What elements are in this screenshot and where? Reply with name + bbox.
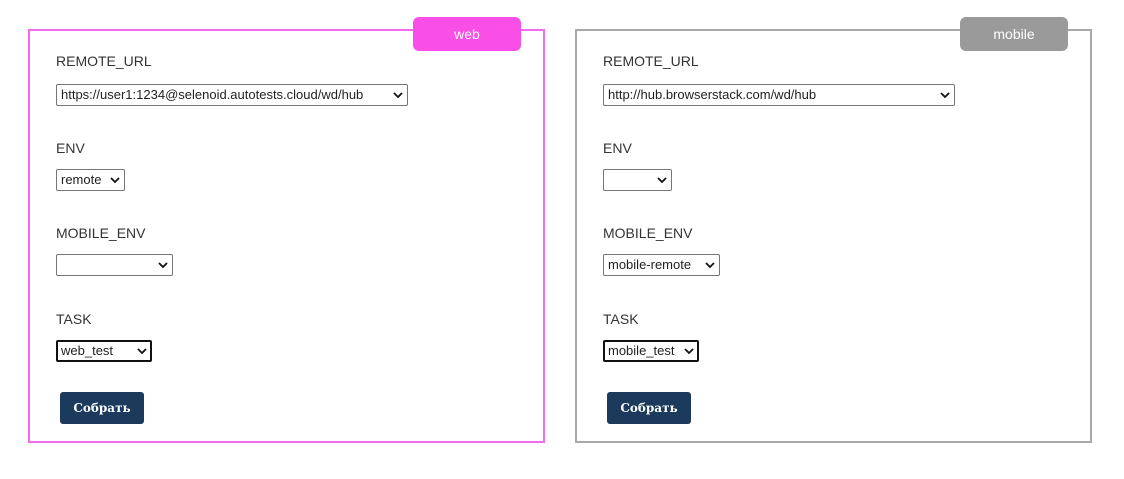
web-env-label: ENV	[56, 140, 85, 156]
chevron-down-icon	[393, 92, 403, 99]
chevron-down-icon	[705, 262, 715, 269]
chevron-down-icon	[657, 177, 667, 184]
mobile-remote-url-label: REMOTE_URL	[603, 53, 699, 69]
mobile-env-label: ENV	[603, 140, 632, 156]
web-task-label: TASK	[56, 311, 92, 327]
web-config-panel: web REMOTE_URL https://user1:1234@seleno…	[28, 17, 545, 443]
mobile-remote-url-select[interactable]: http://hub.browserstack.com/wd/hub	[603, 84, 955, 106]
mobile-submit-button[interactable]: Собрать	[607, 392, 691, 424]
web-panel-tag: web	[413, 17, 521, 51]
mobile-remote-url-value: http://hub.browserstack.com/wd/hub	[608, 87, 817, 102]
chevron-down-icon	[137, 348, 147, 355]
chevron-down-icon	[940, 92, 950, 99]
web-task-select[interactable]: web_test	[56, 340, 152, 362]
mobile-mobile-env-value: mobile-remote	[608, 257, 692, 272]
mobile-panel-tag: mobile	[960, 17, 1068, 51]
web-mobile-env-label: MOBILE_ENV	[56, 225, 146, 241]
web-remote-url-label: REMOTE_URL	[56, 53, 152, 69]
web-env-select[interactable]: remote	[56, 169, 125, 191]
mobile-mobile-env-label: MOBILE_ENV	[603, 225, 693, 241]
mobile-task-label: TASK	[603, 311, 639, 327]
mobile-task-select[interactable]: mobile_test	[603, 340, 699, 362]
chevron-down-icon	[110, 177, 120, 184]
web-remote-url-value: https://user1:1234@selenoid.autotests.cl…	[61, 87, 364, 102]
web-submit-button[interactable]: Собрать	[60, 392, 144, 424]
web-env-value: remote	[61, 172, 102, 187]
web-mobile-env-select[interactable]	[56, 254, 173, 276]
mobile-task-value: mobile_test	[608, 343, 675, 358]
chevron-down-icon	[158, 262, 168, 269]
mobile-mobile-env-select[interactable]: mobile-remote	[603, 254, 720, 276]
web-task-value: web_test	[61, 343, 114, 358]
mobile-config-panel: mobile REMOTE_URL http://hub.browserstac…	[575, 17, 1092, 443]
mobile-env-select[interactable]	[603, 169, 672, 191]
chevron-down-icon	[684, 348, 694, 355]
web-remote-url-select[interactable]: https://user1:1234@selenoid.autotests.cl…	[56, 84, 408, 106]
